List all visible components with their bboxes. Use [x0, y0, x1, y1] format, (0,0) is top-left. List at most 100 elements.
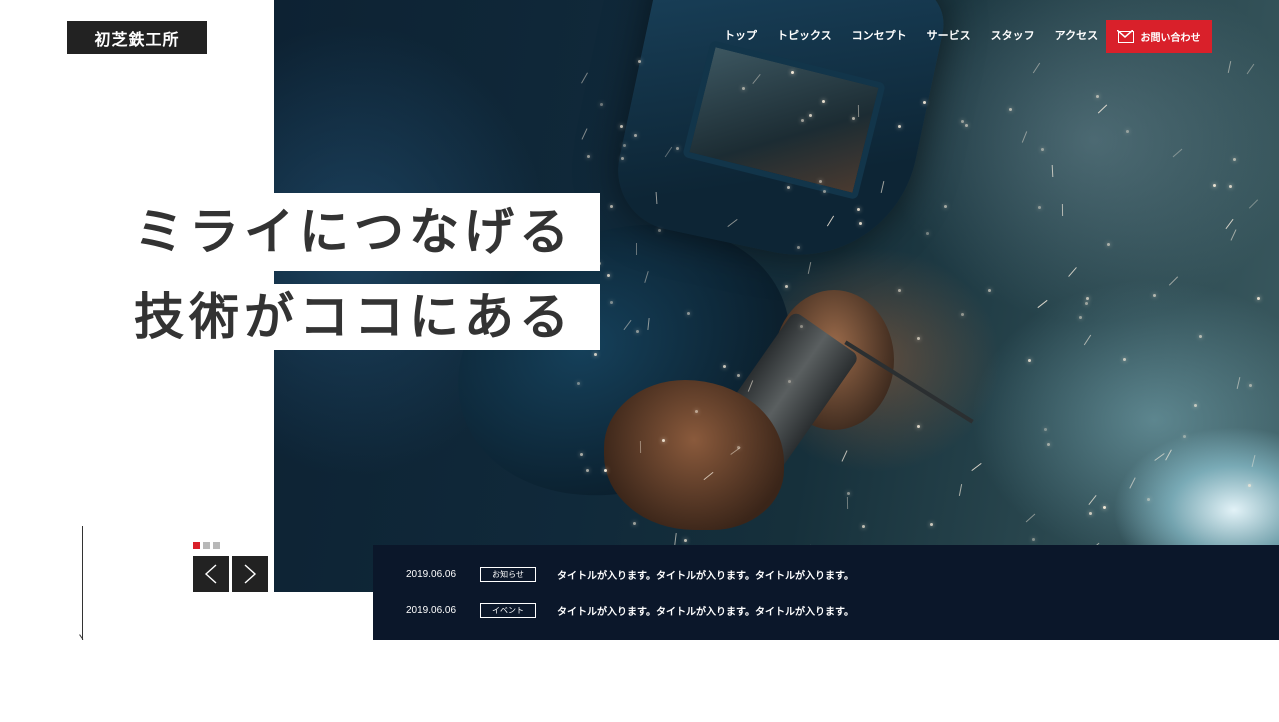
spark-particle: [633, 521, 637, 525]
mail-icon: [1117, 30, 1134, 43]
spark-particle: [1168, 276, 1178, 286]
spark-particle: [784, 284, 788, 288]
spark-particle: [639, 441, 641, 454]
spark-particle: [1257, 297, 1261, 301]
spark-particle: [622, 143, 626, 147]
spark-particle: [1047, 443, 1051, 447]
contact-button[interactable]: お問い合わせ: [1106, 20, 1212, 53]
spark-particle: [1051, 164, 1054, 177]
spark-particle: [960, 120, 964, 124]
news-item[interactable]: 2019.06.06 イベント タイトルが入ります。タイトルが入ります。タイトル…: [373, 602, 1279, 619]
contact-label: お問い合わせ: [1140, 33, 1201, 44]
spark-particle: [1067, 267, 1077, 278]
spark-particle: [1123, 357, 1127, 361]
spark-particle: [988, 288, 992, 292]
nav-access[interactable]: アクセス: [1055, 28, 1098, 44]
spark-particle: [960, 313, 964, 317]
spark-particle: [1062, 203, 1064, 216]
spark-particle: [661, 438, 665, 442]
chevron-left-icon: [204, 564, 217, 584]
slide-dot[interactable]: [203, 542, 210, 549]
spark-particle: [1248, 199, 1258, 209]
nav-top[interactable]: トップ: [724, 28, 757, 44]
spark-particle: [1079, 315, 1083, 319]
spark-particle: [1228, 60, 1232, 73]
spark-particle: [580, 72, 588, 84]
chevron-right-icon: [244, 564, 257, 584]
news-category-tag: イベント: [480, 603, 536, 618]
slide-dot[interactable]: [193, 542, 200, 549]
spark-particle: [586, 154, 590, 158]
spark-particle: [609, 205, 613, 209]
spark-particle: [635, 243, 637, 256]
spark-particle: [1147, 498, 1151, 502]
spark-particle: [897, 125, 901, 129]
spark-particle: [1088, 495, 1097, 506]
spark-particle: [1025, 513, 1035, 523]
prev-slide-button[interactable]: [193, 556, 229, 592]
spark-particle: [599, 102, 603, 106]
spark-particle: [576, 382, 580, 386]
nav-service[interactable]: サービス: [927, 28, 971, 44]
spark-particle: [610, 300, 614, 304]
news-title-link[interactable]: タイトルが入ります。タイトルが入ります。タイトルが入ります。: [557, 567, 854, 582]
spark-particle: [1102, 506, 1106, 510]
site-logo[interactable]: 初芝鉄工所: [67, 21, 207, 54]
spark-particle: [1096, 94, 1100, 98]
spark-particle: [1089, 511, 1093, 515]
spark-particle: [1233, 158, 1237, 162]
spark-particle: [1230, 229, 1237, 241]
spark-particle: [1041, 147, 1045, 151]
spark-particle: [841, 450, 848, 462]
news-bar: 2019.06.06 お知らせ タイトルが入ります。タイトルが入ります。タイトル…: [373, 545, 1279, 640]
news-item[interactable]: 2019.06.06 お知らせ タイトルが入ります。タイトルが入ります。タイトル…: [373, 566, 1279, 583]
spark-particle: [722, 364, 726, 368]
spark-particle: [1044, 427, 1048, 431]
spark-particle: [917, 425, 921, 429]
spark-particle: [1037, 206, 1041, 210]
spark-particle: [846, 491, 850, 495]
nav-topics[interactable]: トピックス: [777, 28, 832, 44]
scroll-down-indicator[interactable]: [82, 526, 83, 640]
spark-particle: [1032, 62, 1040, 73]
spark-particle: [897, 289, 901, 293]
spark-particle: [1107, 242, 1111, 246]
spark-particle: [742, 86, 746, 90]
next-slide-button[interactable]: [232, 556, 268, 592]
spark-particle: [1028, 359, 1032, 363]
slide-dot[interactable]: [213, 542, 220, 549]
spark-particle: [683, 538, 687, 542]
nav-staff[interactable]: スタッフ: [991, 28, 1035, 44]
spark-particle: [1182, 435, 1186, 439]
spark-particle: [1037, 300, 1048, 309]
news-date: 2019.06.06: [406, 605, 457, 616]
spark-particle: [585, 468, 589, 472]
spark-particle: [1236, 376, 1240, 389]
spark-particle: [1225, 218, 1234, 229]
news-date: 2019.06.06: [406, 569, 457, 580]
spark-particle: [686, 312, 690, 316]
spark-particle: [1164, 449, 1172, 461]
spark-particle: [916, 336, 920, 340]
spark-particle: [1083, 334, 1091, 346]
spark-particle: [787, 380, 791, 384]
news-title-link[interactable]: タイトルが入ります。タイトルが入ります。タイトルが入ります。: [557, 603, 854, 618]
spark-particle: [1129, 477, 1136, 489]
spark-particle: [1085, 297, 1089, 301]
spark-particle: [1248, 483, 1252, 487]
spark-particle: [1125, 129, 1129, 133]
spark-particle: [925, 231, 929, 235]
headline-line-1: ミライにつなげる: [110, 193, 600, 271]
headline-line-2: 技術がココにある: [110, 284, 600, 350]
spark-particle: [1154, 452, 1166, 461]
spark-particle: [581, 127, 588, 140]
news-category-tag: お知らせ: [480, 567, 536, 582]
nav-concept[interactable]: コンセプト: [852, 28, 907, 44]
spark-particle: [958, 483, 962, 496]
spark-particle: [847, 497, 849, 510]
spark-particle: [861, 524, 865, 528]
slide-indicator: [193, 542, 220, 549]
spark-particle: [808, 261, 812, 274]
spark-particle: [944, 205, 948, 209]
spark-particle: [634, 133, 638, 137]
